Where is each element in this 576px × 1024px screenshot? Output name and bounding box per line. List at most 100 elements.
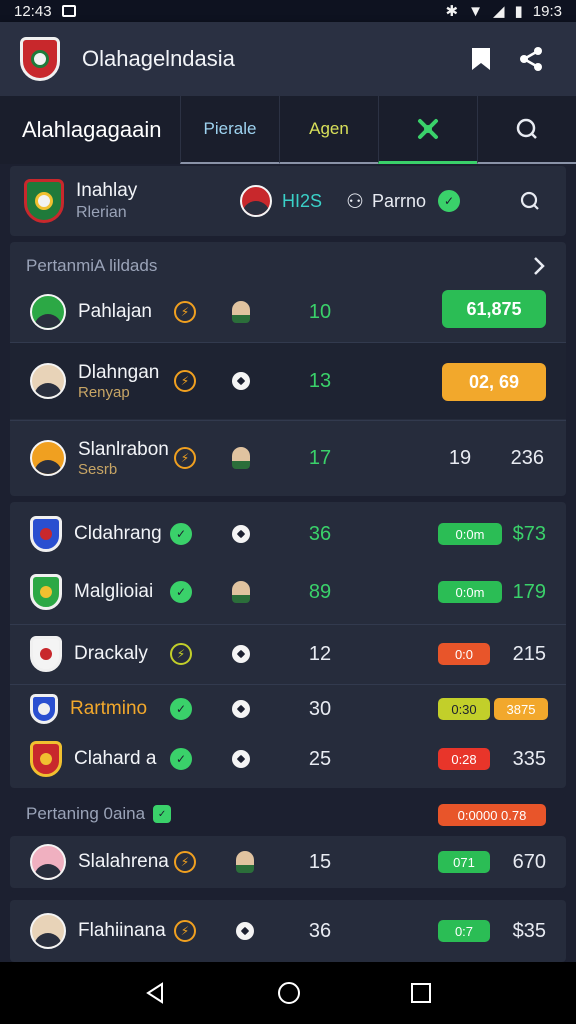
notification-icon xyxy=(61,5,76,17)
player-value: 670 xyxy=(512,850,546,873)
back-icon[interactable] xyxy=(144,981,168,1005)
form-tag: 0:0 xyxy=(438,643,490,665)
stat-value: 12 xyxy=(308,642,332,665)
ball-icon xyxy=(232,750,250,768)
status-time: 12:43 xyxy=(14,2,52,20)
stat-value: 25 xyxy=(308,747,332,770)
score-pill: 61,875 xyxy=(442,290,546,328)
coin-icon: ✓ xyxy=(170,523,192,545)
coin-icon: ✓ xyxy=(170,748,192,770)
form-tag: 0:28 xyxy=(438,748,490,770)
form-tag-secondary: 3875 xyxy=(494,698,548,720)
tab-stats[interactable] xyxy=(378,96,477,164)
player-sub: Renyap xyxy=(78,383,130,401)
coin-icon: ⚡ xyxy=(174,447,196,469)
ball-icon xyxy=(232,645,250,663)
club-name: Drackaly xyxy=(74,643,148,664)
club-badge xyxy=(30,636,62,672)
hero-stat: HI2S xyxy=(282,190,323,211)
stat-value: 36 xyxy=(308,919,332,942)
ball-icon xyxy=(232,700,250,718)
coin-icon: ⚡ xyxy=(174,370,196,392)
recents-icon[interactable] xyxy=(410,982,432,1004)
ranking-card-top: PertanmiA lildads Pahlajan ⚡ 10 61,875 D… xyxy=(10,242,566,496)
ball-icon xyxy=(232,525,250,543)
ranking-card-mid: Cldahrang ✓ 36 0:0m $73 Malglioiai ✓ 89 … xyxy=(10,502,566,788)
coin-icon: ⚡ xyxy=(170,643,192,665)
list-item[interactable]: Dlahngan Renyap ⚡ 13 02, 69 xyxy=(10,343,566,419)
list-item[interactable]: Flahiinana ⚡ 36 0:7 $35 xyxy=(10,900,566,962)
status-bar: 12:43 ✱ ▼ ◢ ▮ 19:3 xyxy=(0,0,576,22)
tab-agen[interactable]: Agen xyxy=(279,96,378,164)
bookmark-button[interactable] xyxy=(456,46,506,72)
list-item[interactable]: Cldahrang ✓ 36 0:0m $73 xyxy=(10,510,566,558)
player-mini-icon xyxy=(232,301,250,323)
signal-icon: ◢ xyxy=(492,3,505,20)
team-header-card[interactable]: Inahlay Rlerian HI2S ⚇ Parrno ✓ xyxy=(10,166,566,236)
player-value: $35 xyxy=(512,919,546,942)
ranking-card-last: Flahiinana ⚡ 36 0:7 $35 xyxy=(10,900,566,962)
stat-value: 13 xyxy=(308,369,332,392)
club-value: 215 xyxy=(512,642,546,665)
tab-pierale[interactable]: Pierale xyxy=(180,96,279,164)
section-title: Pertaning 0aina xyxy=(26,804,146,823)
search-icon[interactable] xyxy=(518,189,542,213)
player-mini-icon xyxy=(232,447,250,469)
avatar xyxy=(30,294,66,330)
list-item[interactable]: Drackaly ⚡ 12 0:0 215 xyxy=(10,626,566,682)
list-item[interactable]: Clahard a ✓ 25 0:28 335 xyxy=(10,734,566,784)
tab-label: Agen xyxy=(309,119,349,138)
team-logo xyxy=(24,179,64,223)
stat-value: 36 xyxy=(308,522,332,545)
team-sub: Rlerian xyxy=(76,203,127,221)
coin-icon: ✓ xyxy=(170,581,192,603)
list-item[interactable]: Rartmino ✓ 30 0:30 3875 xyxy=(10,686,566,732)
avatar xyxy=(30,844,66,880)
coin-icon: ⚡ xyxy=(174,920,196,942)
section-title: PertanmiA lildads xyxy=(26,256,158,275)
player-name: Pahlajan xyxy=(78,301,152,322)
manager-avatar xyxy=(240,185,272,217)
status-right-time: 19:3 xyxy=(532,2,562,20)
player-mini-icon xyxy=(236,851,254,873)
team-name: Inahlay xyxy=(76,180,138,201)
wifi-icon: ▼ xyxy=(468,2,483,20)
club-badge xyxy=(30,694,58,724)
club-logo xyxy=(20,37,60,81)
stats-icon xyxy=(418,118,438,139)
section-tag: 0:0000 0.78 xyxy=(438,804,546,826)
coin-icon: ⚡ xyxy=(174,301,196,323)
stat-value: 30 xyxy=(308,697,332,720)
chevron-right-icon[interactable] xyxy=(532,256,546,276)
club-value: 179 xyxy=(512,580,546,603)
club-badge xyxy=(30,741,62,777)
battery-icon: ▮ xyxy=(514,3,523,20)
system-nav-bar xyxy=(0,962,576,1024)
share-button[interactable] xyxy=(506,46,556,72)
list-item[interactable]: Slanlrabon Sesrb ⚡ 17 19 236 xyxy=(10,420,566,496)
home-icon[interactable] xyxy=(276,980,302,1006)
player-sub: Sesrb xyxy=(78,460,118,478)
form-tag: 0:30 xyxy=(438,698,490,720)
bookmark-icon xyxy=(472,48,490,70)
club-badge xyxy=(30,516,62,552)
tab-search[interactable] xyxy=(477,96,576,164)
list-item[interactable]: Pahlajan ⚡ 10 61,875 xyxy=(10,284,566,340)
share-icon xyxy=(520,47,542,71)
club-name: Clahard a xyxy=(74,748,157,769)
stat-value: 89 xyxy=(308,580,332,603)
tab-bar: Alahlagagaain Pierale Agen xyxy=(0,96,576,164)
avatar xyxy=(30,440,66,476)
list-item[interactable]: Malglioiai ✓ 89 0:0m 179 xyxy=(10,564,566,620)
stat-value: 17 xyxy=(308,446,332,469)
list-item[interactable]: Slalahrena ⚡ 15 071 670 xyxy=(10,836,566,888)
ball-icon xyxy=(236,922,254,940)
player-name: Slanlrabon xyxy=(78,438,169,460)
score-pill: 02, 69 xyxy=(442,363,546,401)
avatar xyxy=(30,913,66,949)
app-title: Olahagelndasia xyxy=(82,46,235,71)
hero-right-label: Parrno xyxy=(371,190,426,211)
club-badge xyxy=(30,574,62,610)
coin-icon: ✓ xyxy=(170,698,192,720)
stat-value: 15 xyxy=(308,850,332,873)
